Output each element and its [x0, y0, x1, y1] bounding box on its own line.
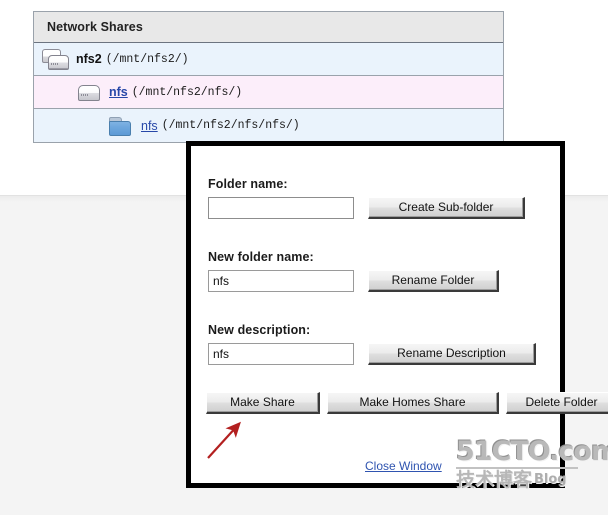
new-folder-name-label: New folder name:	[208, 250, 314, 264]
folder-icon	[107, 114, 135, 138]
make-share-button[interactable]: Make Share	[206, 392, 320, 414]
network-shares-panel: Network Shares nfs2 (/mnt/nfs2/) nfs (/m…	[33, 11, 504, 143]
rename-description-button[interactable]: Rename Description	[368, 343, 536, 365]
folder-properties-dialog: Folder name: Create Sub-folder New folde…	[186, 141, 608, 488]
folder-name-input[interactable]	[208, 197, 354, 219]
share-path: (/mnt/nfs2/)	[105, 52, 189, 66]
close-window-link[interactable]: Close Window	[365, 459, 442, 473]
share-path: (/mnt/nfs2/nfs/)	[131, 85, 243, 99]
server-stack-icon	[42, 47, 70, 71]
new-folder-name-input[interactable]	[208, 270, 354, 292]
rename-folder-button[interactable]: Rename Folder	[368, 270, 499, 292]
table-row[interactable]: nfs (/mnt/nfs2/nfs/nfs/)	[34, 109, 503, 142]
share-name-link[interactable]: nfs	[109, 85, 128, 99]
new-description-input[interactable]	[208, 343, 354, 365]
server-icon	[75, 80, 103, 104]
make-homes-share-button[interactable]: Make Homes Share	[327, 392, 499, 414]
share-name: nfs2	[76, 52, 102, 66]
panel-title: Network Shares	[34, 12, 503, 43]
table-row[interactable]: nfs2 (/mnt/nfs2/)	[34, 43, 503, 76]
delete-folder-button[interactable]: Delete Folder	[506, 392, 608, 414]
folder-name-label: Folder name:	[208, 177, 288, 191]
folder-path: (/mnt/nfs2/nfs/nfs/)	[161, 119, 300, 132]
create-subfolder-button[interactable]: Create Sub-folder	[368, 197, 525, 219]
new-description-label: New description:	[208, 323, 311, 337]
table-row[interactable]: nfs (/mnt/nfs2/nfs/)	[34, 76, 503, 109]
folder-name-link[interactable]: nfs	[141, 119, 158, 133]
